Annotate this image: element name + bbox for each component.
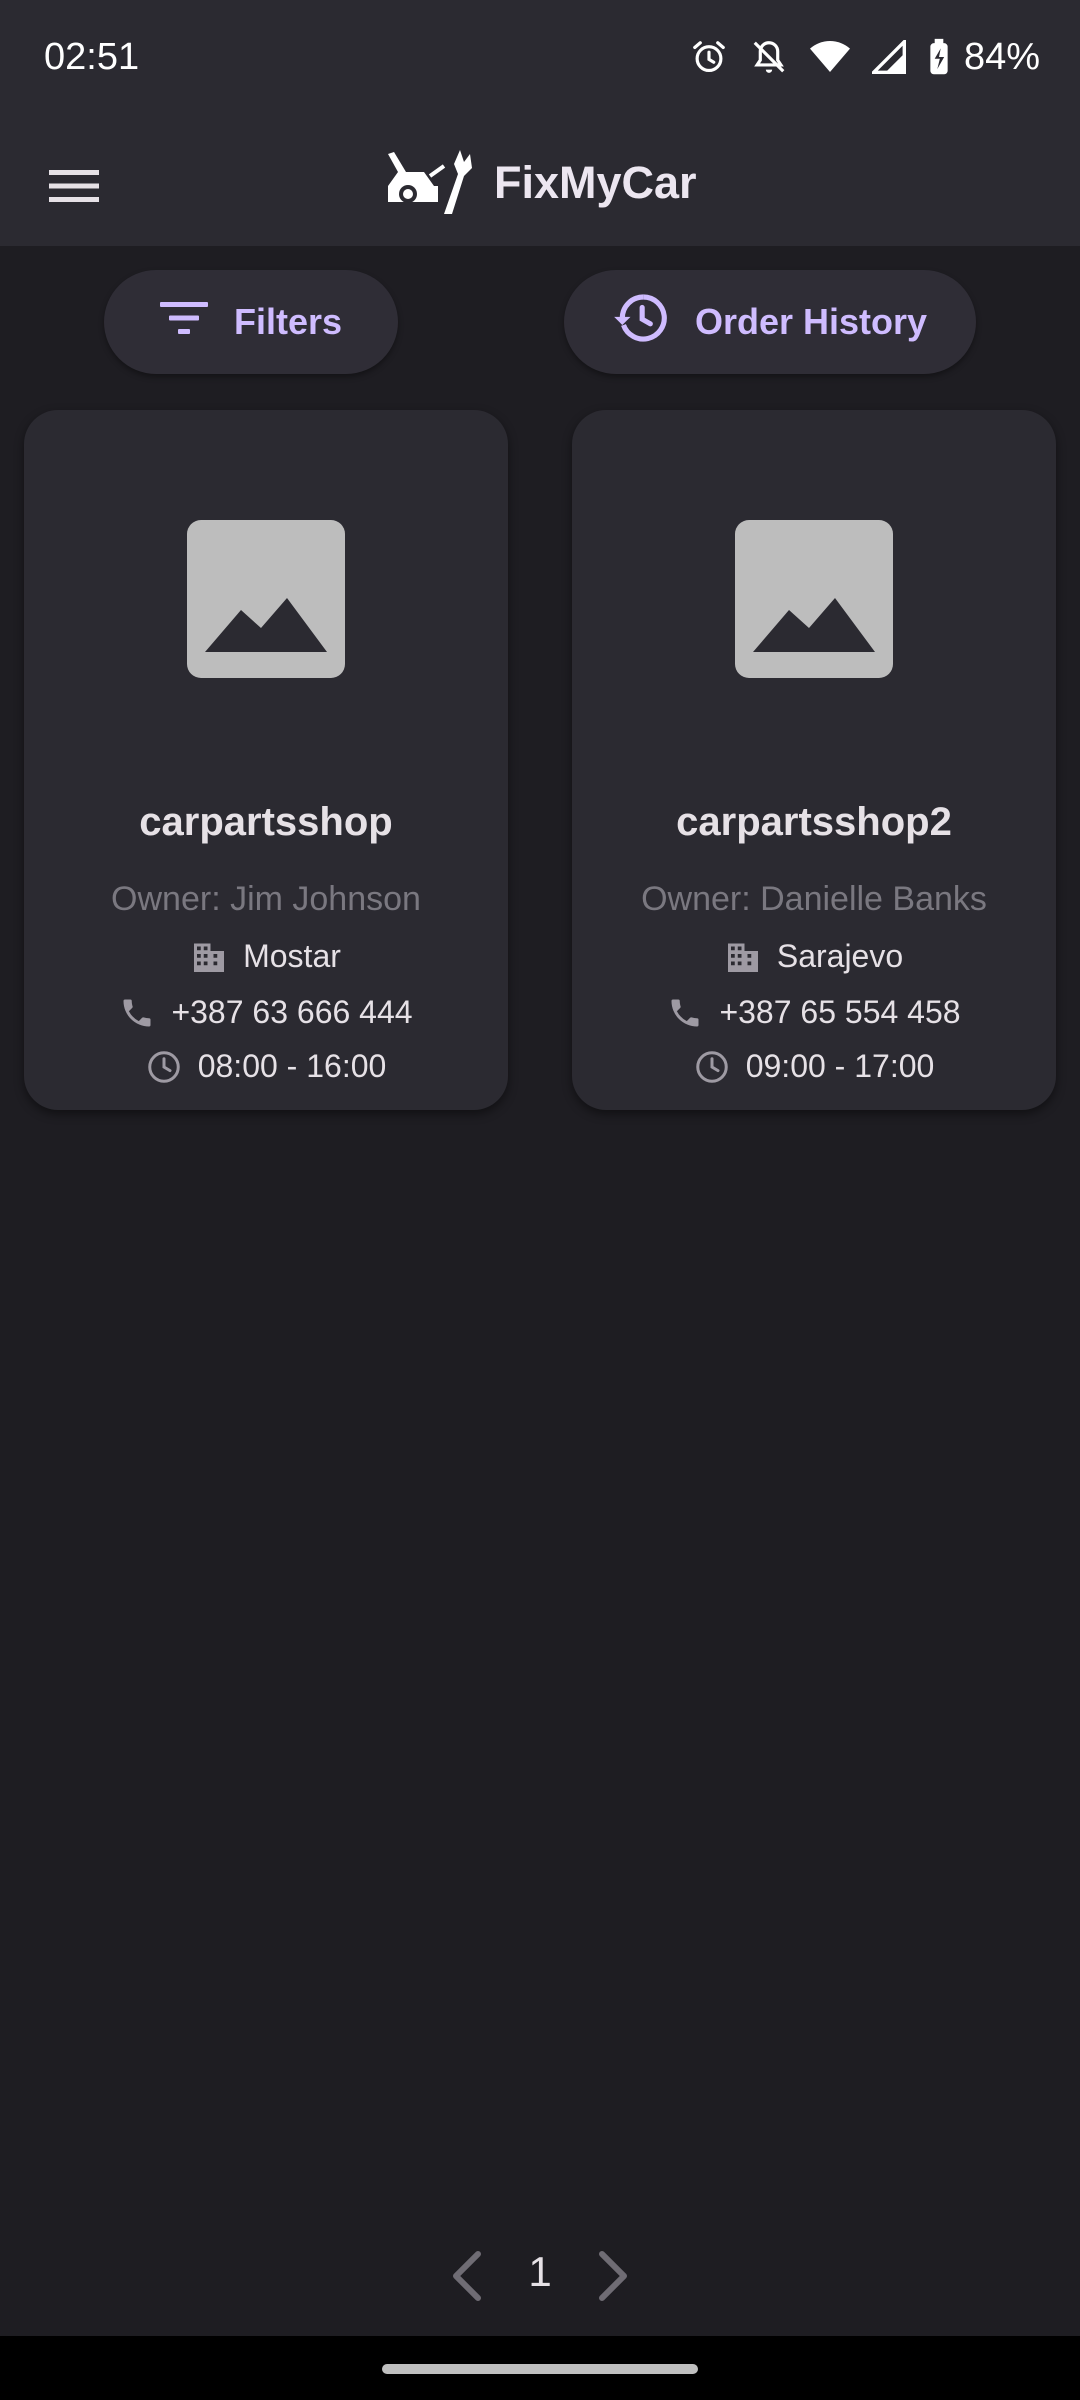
signal-icon xyxy=(871,40,906,74)
alarm-icon xyxy=(690,38,728,76)
shop-phone: +387 63 666 444 xyxy=(171,994,413,1030)
shop-name: carpartsshop xyxy=(139,800,393,844)
system-nav-bar xyxy=(0,2336,1080,2400)
notifications-off-icon xyxy=(750,38,788,76)
shop-card[interactable]: carpartsshop2 Owner: Danielle Banks Sara… xyxy=(572,410,1056,1110)
shop-city-row: Sarajevo xyxy=(572,938,1056,975)
battery-charging-icon xyxy=(928,38,950,76)
battery-percent: 84% xyxy=(963,35,1040,78)
chevron-right-icon xyxy=(586,2251,642,2310)
home-indicator[interactable] xyxy=(382,2364,698,2374)
phone-icon xyxy=(667,995,703,1031)
action-bar: Filters Order History xyxy=(0,270,1080,376)
image-placeholder-icon xyxy=(735,520,893,678)
status-bar: 02:51 84% xyxy=(0,0,1080,116)
clock-icon xyxy=(146,1049,182,1085)
car-wrench-logo-icon xyxy=(384,146,476,221)
shop-hours-row: 09:00 - 17:00 xyxy=(572,1048,1056,1085)
menu-button[interactable] xyxy=(34,148,114,228)
shop-owner: Owner: Danielle Banks xyxy=(641,880,987,918)
image-placeholder-icon xyxy=(187,520,345,678)
shop-hours-row: 08:00 - 16:00 xyxy=(24,1048,508,1085)
shop-card[interactable]: carpartsshop Owner: Jim Johnson Mostar +… xyxy=(24,410,508,1110)
pagination: 1 xyxy=(0,2240,1080,2310)
order-history-label: Order History xyxy=(694,301,928,342)
chevron-left-icon xyxy=(438,2251,494,2310)
shop-city: Sarajevo xyxy=(776,938,904,974)
shop-name: carpartsshop2 xyxy=(676,800,952,844)
current-page-number: 1 xyxy=(528,2248,552,2295)
shop-phone-row: +387 65 554 458 xyxy=(572,994,1056,1031)
app-bar: FixMyCar xyxy=(0,116,1080,246)
order-history-button[interactable]: Order History xyxy=(564,270,976,374)
next-page-button[interactable] xyxy=(586,2246,642,2306)
phone-icon xyxy=(119,995,155,1031)
shop-owner: Owner: Jim Johnson xyxy=(111,880,421,918)
building-icon xyxy=(191,939,227,975)
shop-hours: 08:00 - 16:00 xyxy=(197,1048,387,1084)
filters-label: Filters xyxy=(233,301,343,342)
shop-phone: +387 65 554 458 xyxy=(719,994,961,1030)
app-title: FixMyCar xyxy=(494,157,697,208)
menu-icon xyxy=(49,168,99,209)
filters-button[interactable]: Filters xyxy=(104,270,398,374)
shop-city-row: Mostar xyxy=(24,938,508,975)
status-time: 02:51 xyxy=(44,36,140,78)
previous-page-button[interactable] xyxy=(438,2246,494,2306)
wifi-icon xyxy=(809,40,850,74)
app-title-area: FixMyCar xyxy=(384,138,697,228)
shop-city: Mostar xyxy=(243,938,341,974)
shop-hours: 09:00 - 17:00 xyxy=(745,1048,935,1084)
building-icon xyxy=(725,939,761,975)
history-icon xyxy=(613,292,669,353)
status-icons: 84% xyxy=(690,34,1040,80)
shop-phone-row: +387 63 666 444 xyxy=(24,994,508,1031)
filter-icon xyxy=(159,300,208,345)
clock-icon xyxy=(694,1049,730,1085)
